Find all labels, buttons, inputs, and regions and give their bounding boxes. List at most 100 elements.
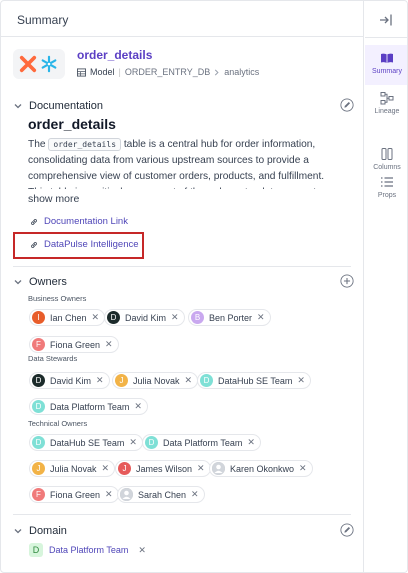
owner-name: Fiona Green bbox=[50, 339, 101, 350]
domain-section-header[interactable]: Domain bbox=[13, 524, 67, 538]
rail-tab-props[interactable]: Props bbox=[365, 169, 407, 209]
remove-owner-icon[interactable]: ✕ bbox=[105, 489, 113, 500]
owner-chip[interactable]: D David Kim ✕ bbox=[29, 372, 110, 389]
owner-avatar: I bbox=[32, 311, 45, 324]
owner-avatar: D bbox=[145, 436, 158, 449]
remove-owner-icon[interactable]: ✕ bbox=[102, 463, 110, 474]
entity-type: Model bbox=[90, 67, 115, 77]
columns-icon bbox=[381, 148, 393, 160]
owner-name: Ian Chen bbox=[50, 312, 87, 323]
owner-name: DataHub SE Team bbox=[218, 375, 293, 386]
owner-avatar: J bbox=[118, 462, 131, 475]
sidebar-rail: Summary Lineage Columns Props bbox=[365, 1, 407, 572]
entity-header: order_details Model | ORDER_ENTRY_DB ana… bbox=[13, 47, 353, 83]
owner-name: James Wilson bbox=[136, 463, 193, 474]
remove-owner-icon[interactable]: ✕ bbox=[129, 437, 137, 448]
remove-owner-icon[interactable]: ✕ bbox=[191, 489, 199, 500]
remove-owner-icon[interactable]: ✕ bbox=[197, 463, 205, 474]
owner-chip[interactable]: I Ian Chen ✕ bbox=[29, 309, 106, 326]
add-owner-icon[interactable] bbox=[340, 274, 354, 288]
domain-name[interactable]: Data Platform Team bbox=[49, 545, 128, 555]
owner-name: Ben Porter bbox=[209, 312, 253, 323]
edit-documentation-icon[interactable] bbox=[340, 98, 354, 112]
owner-name: Data Platform Team bbox=[163, 437, 243, 448]
owner-name: DataHub SE Team bbox=[50, 437, 125, 448]
domain-badge: D bbox=[29, 543, 43, 557]
owner-name: Karen Okonkwo bbox=[230, 463, 295, 474]
owners-section-header[interactable]: Owners bbox=[13, 275, 67, 289]
owner-name: Sarah Chen bbox=[138, 489, 187, 500]
owner-chip[interactable]: J Julia Novak ✕ bbox=[112, 372, 199, 389]
owner-avatar: F bbox=[32, 338, 45, 351]
link-icon bbox=[31, 218, 37, 225]
entity-path: Model | ORDER_ENTRY_DB analytics bbox=[77, 67, 259, 77]
remove-owner-icon[interactable]: ✕ bbox=[171, 312, 179, 323]
owner-avatar: D bbox=[107, 311, 120, 324]
section-divider bbox=[13, 266, 351, 267]
properties-list-icon bbox=[381, 177, 393, 187]
remove-owner-icon[interactable]: ✕ bbox=[92, 312, 100, 323]
owner-name: Fiona Green bbox=[50, 489, 101, 500]
owner-group-label: Business Owners bbox=[28, 294, 87, 303]
chevron-down-icon bbox=[14, 280, 22, 285]
owner-group-label: Technical Owners bbox=[28, 419, 88, 428]
owner-chip[interactable]: D Data Platform Team ✕ bbox=[29, 398, 148, 415]
owner-chip[interactable]: Karen Okonkwo ✕ bbox=[209, 460, 313, 477]
owner-chip[interactable]: D DataHub SE Team ✕ bbox=[29, 434, 143, 451]
domain-chip[interactable]: D Data Platform Team ✕ bbox=[29, 543, 146, 557]
entity-name[interactable]: order_details bbox=[77, 48, 152, 62]
chevron-right-icon bbox=[215, 69, 219, 75]
remove-owner-icon[interactable]: ✕ bbox=[247, 437, 255, 448]
owner-chip[interactable]: D David Kim ✕ bbox=[104, 309, 185, 326]
user-avatar-icon bbox=[212, 462, 225, 475]
panel-header: Summary bbox=[1, 1, 363, 37]
owner-chip[interactable]: F Fiona Green ✕ bbox=[29, 336, 119, 353]
rail-tab-lineage[interactable]: Lineage bbox=[365, 85, 407, 125]
entity-schema[interactable]: analytics bbox=[224, 67, 259, 77]
owner-name: David Kim bbox=[50, 375, 92, 386]
owner-chip[interactable]: Sarah Chen ✕ bbox=[117, 486, 205, 503]
rail-label-props: Props bbox=[377, 192, 397, 199]
entity-database[interactable]: ORDER_ENTRY_DB bbox=[125, 67, 210, 77]
remove-owner-icon[interactable]: ✕ bbox=[96, 375, 104, 386]
user-avatar-icon bbox=[120, 488, 133, 501]
remove-owner-icon[interactable]: ✕ bbox=[299, 463, 307, 474]
remove-owner-icon[interactable]: ✕ bbox=[185, 375, 193, 386]
owner-name: Julia Novak bbox=[50, 463, 97, 474]
remove-owner-icon[interactable]: ✕ bbox=[134, 401, 142, 412]
documentation-body: The order_details table is a central hub… bbox=[28, 137, 346, 189]
remove-domain-icon[interactable]: ✕ bbox=[138, 545, 146, 556]
remove-owner-icon[interactable]: ✕ bbox=[297, 375, 305, 386]
rail-tab-summary[interactable]: Summary bbox=[365, 45, 407, 85]
owner-chip[interactable]: D DataHub SE Team ✕ bbox=[197, 372, 311, 389]
owner-name: David Kim bbox=[125, 312, 167, 323]
lineage-icon bbox=[380, 92, 394, 105]
owner-chip[interactable]: D Data Platform Team ✕ bbox=[142, 434, 261, 451]
documentation-title: order_details bbox=[28, 116, 116, 132]
documentation-link-label: Documentation Link bbox=[44, 216, 128, 227]
doc-body-start: The bbox=[28, 139, 49, 150]
owner-avatar: D bbox=[32, 374, 45, 387]
table-icon bbox=[77, 67, 86, 77]
owner-chip[interactable]: J Julia Novak ✕ bbox=[29, 460, 116, 477]
rail-label-summary: Summary bbox=[372, 68, 402, 75]
remove-owner-icon[interactable]: ✕ bbox=[105, 339, 113, 350]
domain-section-title: Domain bbox=[29, 525, 67, 537]
snowflake-logo-icon bbox=[41, 55, 57, 73]
owner-chip[interactable]: J James Wilson ✕ bbox=[115, 460, 211, 477]
documentation-section-header[interactable]: Documentation bbox=[13, 99, 103, 113]
edit-domain-icon[interactable] bbox=[340, 523, 354, 537]
highlight-annotation-box bbox=[13, 232, 144, 259]
documentation-link[interactable]: Documentation Link bbox=[29, 216, 128, 227]
collapse-panel-icon[interactable] bbox=[378, 13, 394, 27]
platform-logos bbox=[13, 49, 65, 79]
owner-avatar: J bbox=[32, 462, 45, 475]
owner-avatar: D bbox=[200, 374, 213, 387]
owners-section-title: Owners bbox=[29, 276, 67, 288]
section-divider bbox=[13, 514, 351, 515]
owner-avatar: F bbox=[32, 488, 45, 501]
show-more-link[interactable]: show more bbox=[28, 193, 79, 205]
owner-chip[interactable]: B Ben Porter ✕ bbox=[188, 309, 271, 326]
owner-chip[interactable]: F Fiona Green ✕ bbox=[29, 486, 119, 503]
remove-owner-icon[interactable]: ✕ bbox=[257, 312, 265, 323]
